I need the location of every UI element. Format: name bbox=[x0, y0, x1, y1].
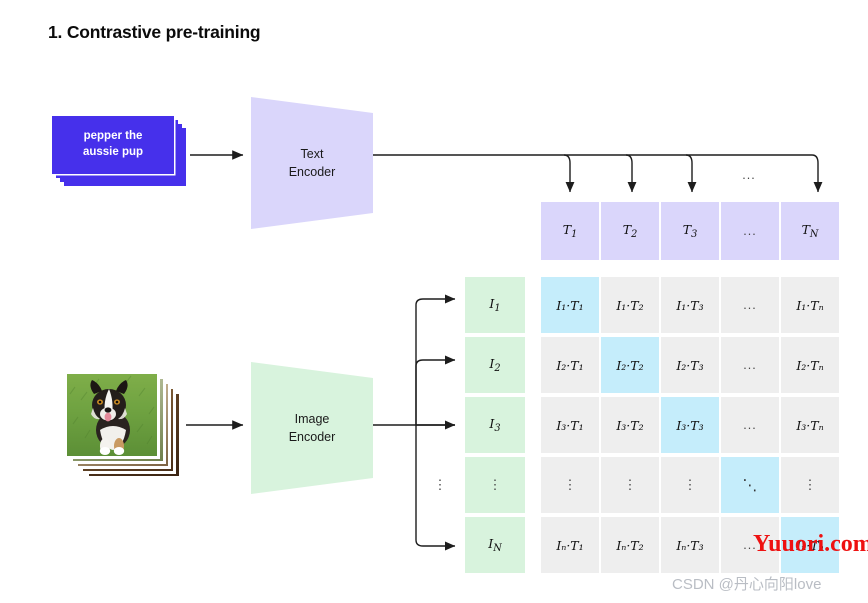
page-title: 1. Contrastive pre-training bbox=[48, 22, 261, 42]
matrix-cell-2-3[interactable]: I₂·T₃ bbox=[661, 337, 719, 393]
matrix-cell-2-4: ... bbox=[721, 337, 779, 393]
matrix-cell-5-2[interactable]: Iₙ·T₂ bbox=[601, 517, 659, 573]
wire-drop-t2 bbox=[625, 154, 637, 193]
image-embedding-ellipsis: ⋮ bbox=[465, 457, 525, 513]
diagram-canvas: 1. Contrastive pre-training pepper the a… bbox=[0, 0, 868, 603]
image-embedding-i2[interactable]: I2 bbox=[465, 337, 525, 393]
text-embedding-t3[interactable]: T3 bbox=[661, 202, 719, 260]
image-embedding-in[interactable]: IN bbox=[465, 517, 525, 573]
matrix-cell-4-2: ⋮ bbox=[601, 457, 659, 513]
text-embedding-t1[interactable]: T1 bbox=[541, 202, 599, 260]
text-input-stack: pepper the aussie pup bbox=[52, 116, 186, 186]
matrix-cell-1-5[interactable]: I₁·Tₙ bbox=[781, 277, 839, 333]
matrix-cell-2-2[interactable]: I₂·T₂ bbox=[601, 337, 659, 393]
matrix-cell-5-3[interactable]: Iₙ·T₃ bbox=[661, 517, 719, 573]
text-caption: pepper the aussie pup bbox=[82, 130, 144, 158]
image-encoder-label: Image Encoder bbox=[288, 411, 336, 444]
wire-drop-tn bbox=[811, 154, 823, 193]
wire-drop-t3 bbox=[685, 154, 697, 193]
watermark-csdn: CSDN @丹心向阳love bbox=[672, 576, 822, 593]
image-encoder-block: Image Encoder bbox=[251, 362, 373, 494]
wire-branch-i1 bbox=[415, 294, 456, 425]
matrix-cell-2-5[interactable]: I₂·Tₙ bbox=[781, 337, 839, 393]
matrix-cell-3-4: ... bbox=[721, 397, 779, 453]
text-embedding-t2[interactable]: T2 bbox=[601, 202, 659, 260]
matrix-cell-5-1[interactable]: Iₙ·T₁ bbox=[541, 517, 599, 573]
matrix-cell-3-1[interactable]: I₃·T₁ bbox=[541, 397, 599, 453]
matrix-cell-3-2[interactable]: I₃·T₂ bbox=[601, 397, 659, 453]
image-embedding-i3[interactable]: I3 bbox=[465, 397, 525, 453]
text-card-front: pepper the aussie pup bbox=[52, 116, 174, 174]
watermark-red: Yuuori.com bbox=[753, 531, 868, 557]
matrix-cell-4-5: ⋮ bbox=[781, 457, 839, 513]
wire-drop-t1 bbox=[563, 154, 575, 193]
image-embedding-i1[interactable]: I1 bbox=[465, 277, 525, 333]
image-input-stack bbox=[64, 371, 182, 479]
text-encoder-block: Text Encoder bbox=[251, 97, 373, 229]
wire-branch-i2 bbox=[415, 355, 456, 425]
text-embedding-tn[interactable]: TN bbox=[781, 202, 839, 260]
matrix-cell-4-3: ⋮ bbox=[661, 457, 719, 513]
matrix-cell-1-2[interactable]: I₁·T₂ bbox=[601, 277, 659, 333]
matrix-cell-4-1: ⋮ bbox=[541, 457, 599, 513]
matrix-cell-3-3[interactable]: I₃·T₃ bbox=[661, 397, 719, 453]
matrix-cell-4-4: ⋱ bbox=[721, 457, 779, 513]
photo-front-dog bbox=[64, 371, 160, 459]
matrix-cell-1-1[interactable]: I₁·T₁ bbox=[541, 277, 599, 333]
matrix-cell-3-5[interactable]: I₃·Tₙ bbox=[781, 397, 839, 453]
dog-photo-illustration bbox=[67, 374, 157, 456]
text-embedding-ellipsis: ... bbox=[721, 202, 779, 260]
matrix-cell-2-1[interactable]: I₂·T₁ bbox=[541, 337, 599, 393]
matrix-cell-1-4: ... bbox=[721, 277, 779, 333]
text-bus-ellipsis: ... bbox=[742, 168, 756, 182]
image-bus-ellipsis: ⋮ bbox=[433, 477, 447, 492]
matrix-cell-1-3[interactable]: I₁·T₃ bbox=[661, 277, 719, 333]
text-encoder-label: Text Encoder bbox=[288, 146, 336, 179]
